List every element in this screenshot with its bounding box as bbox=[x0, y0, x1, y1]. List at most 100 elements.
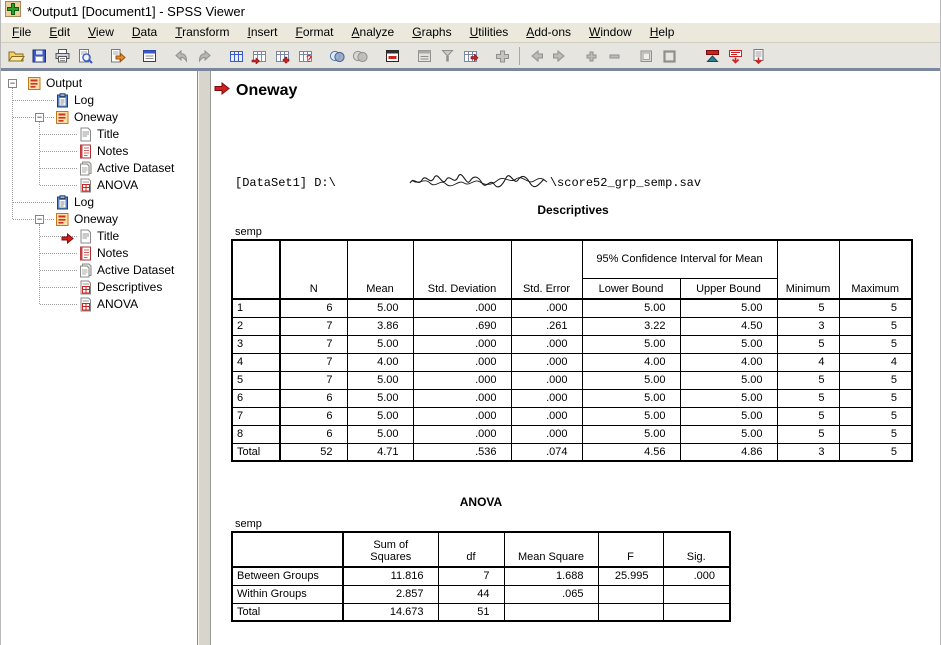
outline-item-descriptives[interactable]: Descriptives bbox=[97, 279, 162, 296]
redacted-path-scribble bbox=[336, 160, 550, 206]
col-header-upper-bound: Upper Bound bbox=[680, 278, 777, 299]
use-variable-sets-icon[interactable] bbox=[326, 45, 349, 67]
descriptives-cell: .690 bbox=[413, 317, 511, 335]
anova-table[interactable]: Sum of Squares df Mean Square F Sig. Bet… bbox=[231, 531, 731, 622]
insert-heading-icon[interactable] bbox=[701, 45, 724, 67]
tree-collapse-toggle[interactable]: − bbox=[35, 215, 44, 224]
designate-window-icon[interactable] bbox=[381, 45, 404, 67]
outline-item-output[interactable]: Output bbox=[46, 75, 82, 92]
tree-collapse-toggle[interactable]: − bbox=[35, 113, 44, 122]
anova-cell bbox=[663, 585, 730, 603]
menu-analyze[interactable]: Analyze bbox=[343, 23, 404, 42]
outline-pane[interactable]: −OutputLog−OnewayTitleNotesActive Datase… bbox=[1, 71, 198, 645]
descriptives-row: 765.00.000.0005.005.0055 bbox=[232, 407, 912, 425]
outline-item-active-dataset[interactable]: Active Dataset bbox=[97, 262, 174, 279]
col-header-std-deviation: Std. Deviation bbox=[413, 240, 511, 299]
insert-title-icon[interactable] bbox=[724, 45, 747, 67]
descriptives-row-label: 3 bbox=[232, 335, 280, 353]
menu-help[interactable]: Help bbox=[641, 23, 684, 42]
recall-dialogs-icon[interactable] bbox=[138, 45, 161, 67]
select-last-output-icon bbox=[413, 45, 436, 67]
descriptives-row: Total524.71.536.0744.564.8635 bbox=[232, 443, 912, 461]
anova-row: Between Groups11.81671.68825.995.000 bbox=[232, 567, 730, 585]
outline-item-log[interactable]: Log bbox=[74, 92, 94, 109]
outline-item-anova[interactable]: ANOVA bbox=[97, 177, 138, 194]
menu-window[interactable]: Window bbox=[580, 23, 641, 42]
anova-row-label: Within Groups bbox=[232, 585, 343, 603]
descriptives-cell: 5 bbox=[839, 389, 912, 407]
descriptives-table[interactable]: N Mean Std. Deviation Std. Error 95% Con… bbox=[231, 239, 913, 462]
menu-add-ons[interactable]: Add-ons bbox=[517, 23, 580, 42]
variables-icon[interactable] bbox=[271, 45, 294, 67]
menu-edit[interactable]: Edit bbox=[40, 23, 79, 42]
col-header-sum-of-squares: Sum of Squares bbox=[343, 532, 438, 567]
goto-data-icon[interactable] bbox=[225, 45, 248, 67]
descriptives-cell: .000 bbox=[511, 335, 582, 353]
save-file-icon[interactable] bbox=[28, 45, 51, 67]
outline-item-title-selected[interactable]: Title bbox=[97, 228, 119, 245]
print-preview-icon[interactable] bbox=[74, 45, 97, 67]
print-icon[interactable] bbox=[51, 45, 74, 67]
descriptives-cell: 5.00 bbox=[582, 371, 680, 389]
tree-collapse-toggle[interactable]: − bbox=[8, 79, 17, 88]
insert-text-icon[interactable] bbox=[747, 45, 770, 67]
outline-item-active-dataset[interactable]: Active Dataset bbox=[97, 160, 174, 177]
goto-output-item-icon[interactable] bbox=[459, 45, 482, 67]
descriptives-cell: 5 bbox=[777, 425, 839, 443]
menu-data[interactable]: Data bbox=[123, 23, 166, 42]
anova-cell: .065 bbox=[504, 585, 598, 603]
outline-item-title[interactable]: Title bbox=[97, 126, 119, 143]
descriptives-cell: 5 bbox=[777, 407, 839, 425]
previous-item-icon bbox=[525, 45, 548, 67]
menu-graphs[interactable]: Graphs bbox=[403, 23, 460, 42]
menu-transform[interactable]: Transform bbox=[166, 23, 238, 42]
dataset-icon bbox=[78, 161, 93, 176]
undo-icon bbox=[170, 45, 193, 67]
menu-file[interactable]: File bbox=[3, 23, 40, 42]
descriptives-cell: .000 bbox=[511, 407, 582, 425]
current-item-arrow-icon bbox=[214, 82, 230, 100]
descriptives-cell: 5.00 bbox=[347, 407, 413, 425]
tree-connector-line bbox=[40, 287, 77, 288]
menu-format[interactable]: Format bbox=[287, 23, 343, 42]
next-item-icon bbox=[548, 45, 571, 67]
menu-view[interactable]: View bbox=[79, 23, 123, 42]
descriptives-cell: 5 bbox=[777, 335, 839, 353]
open-file-icon[interactable] bbox=[5, 45, 28, 67]
descriptives-cell: 6 bbox=[280, 389, 347, 407]
anova-cell: 44 bbox=[438, 585, 504, 603]
outline-item-notes[interactable]: Notes bbox=[97, 143, 128, 160]
table-icon bbox=[78, 178, 93, 193]
menu-insert[interactable]: Insert bbox=[238, 23, 286, 42]
descriptives-cell: 7 bbox=[280, 317, 347, 335]
main-area: −OutputLog−OnewayTitleNotesActive Datase… bbox=[1, 71, 940, 645]
export-output-icon[interactable] bbox=[106, 45, 129, 67]
descriptives-cell: .000 bbox=[413, 425, 511, 443]
descriptives-cell: .000 bbox=[511, 299, 582, 317]
descriptives-cell: 4.50 bbox=[680, 317, 777, 335]
selected-item-arrow-icon bbox=[61, 231, 76, 242]
menu-utilities[interactable]: Utilities bbox=[461, 23, 518, 42]
goto-case-icon[interactable] bbox=[248, 45, 271, 67]
delete-output-icon bbox=[436, 45, 459, 67]
find-icon[interactable]: ? bbox=[294, 45, 317, 67]
outline-item-oneway[interactable]: Oneway bbox=[74, 211, 118, 228]
tree-connector-line bbox=[13, 100, 54, 101]
pane-splitter[interactable] bbox=[198, 71, 211, 645]
descriptives-cell: 6 bbox=[280, 425, 347, 443]
outline-item-anova[interactable]: ANOVA bbox=[97, 296, 138, 313]
output-pane[interactable]: Oneway [DataSet1] D:\ \score52_grp_semp.… bbox=[211, 71, 940, 645]
tree-connector-line bbox=[13, 219, 54, 220]
descriptives-cell: 3.86 bbox=[347, 317, 413, 335]
descriptives-row: 865.00.000.0005.005.0055 bbox=[232, 425, 912, 443]
outline-item-notes[interactable]: Notes bbox=[97, 245, 128, 262]
outline-item-log[interactable]: Log bbox=[74, 194, 94, 211]
descriptives-cell: 5 bbox=[839, 335, 912, 353]
descriptives-cell: 5.00 bbox=[680, 389, 777, 407]
col-header-sig: Sig. bbox=[663, 532, 730, 567]
col-header-std-error: Std. Error bbox=[511, 240, 582, 299]
descriptives-cell: 6 bbox=[280, 407, 347, 425]
outline-item-oneway[interactable]: Oneway bbox=[74, 109, 118, 126]
col-header-confidence-interval: 95% Confidence Interval for Mean bbox=[582, 240, 777, 278]
descriptives-cell: 5.00 bbox=[347, 299, 413, 317]
